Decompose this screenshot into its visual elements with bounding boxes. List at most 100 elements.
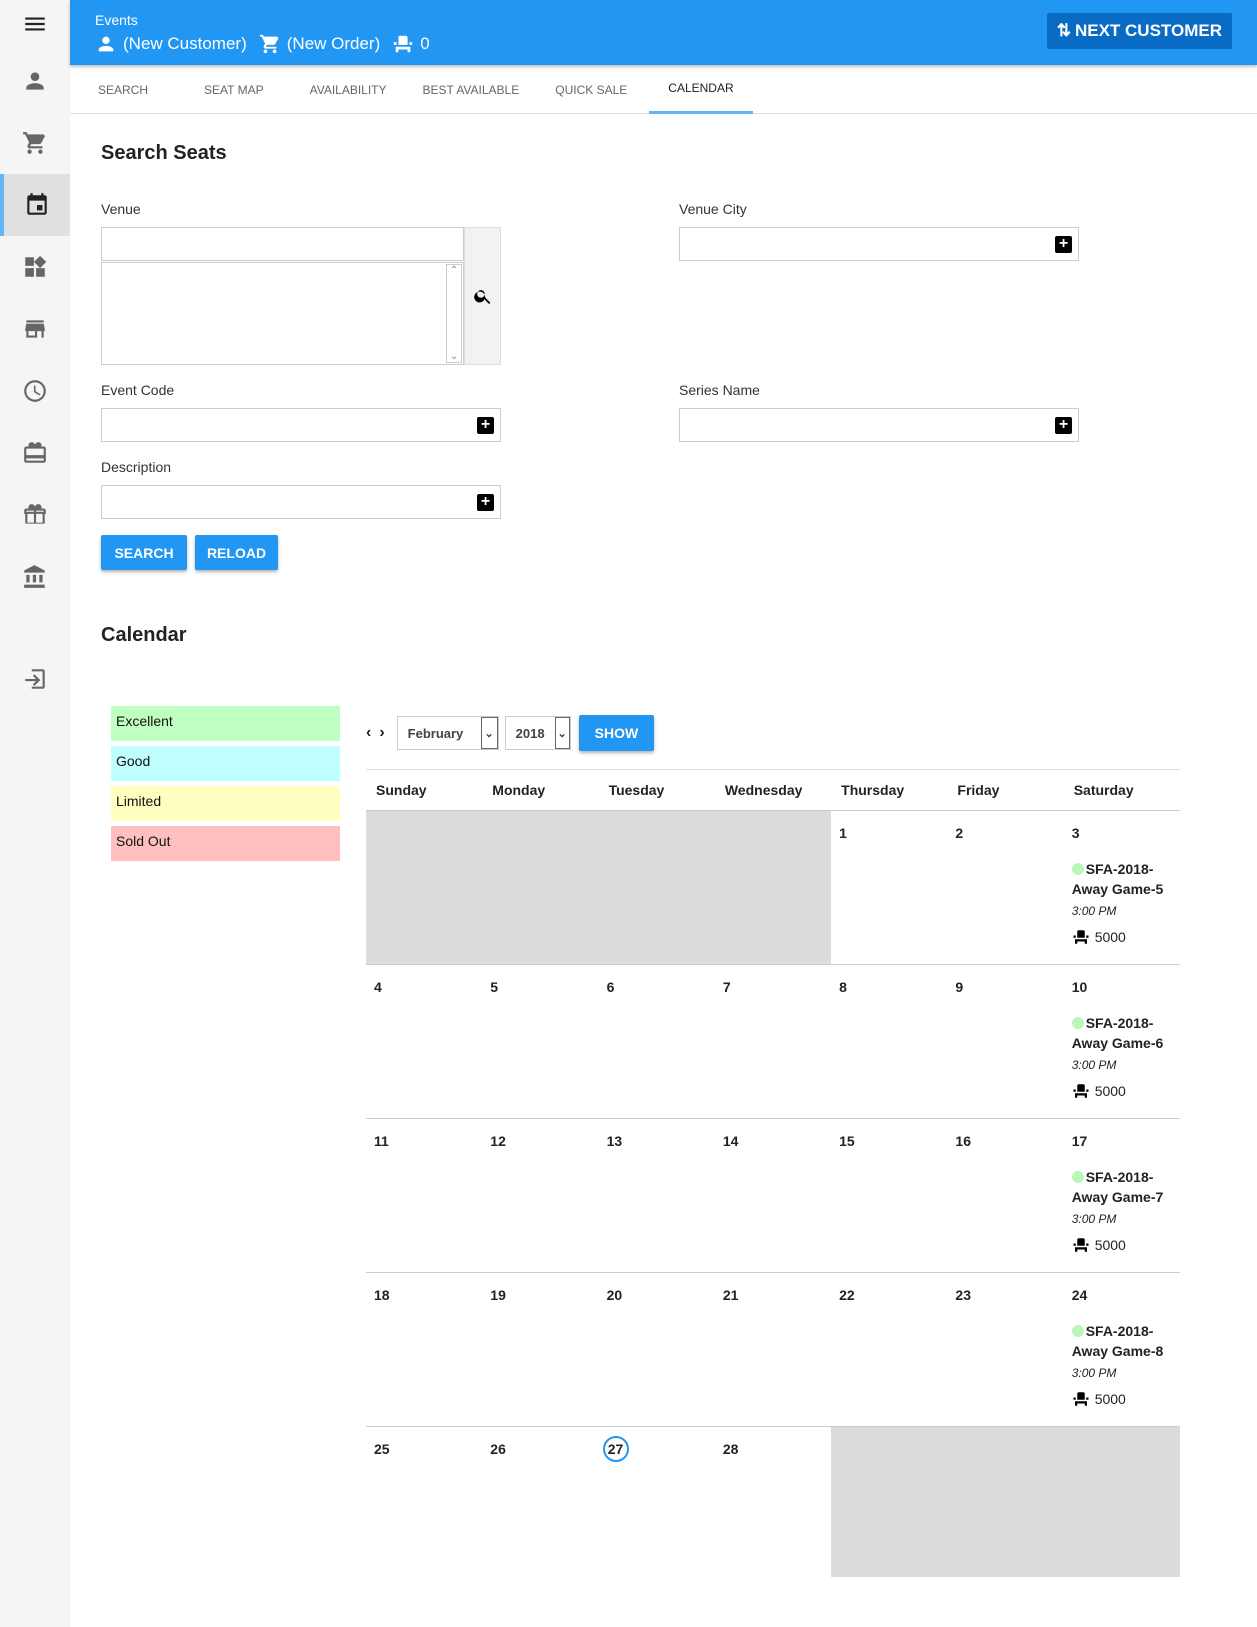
calendar-event[interactable]: SFA-2018-Away Game-6 3:00 PM 5000	[1071, 1013, 1172, 1101]
gift-icon[interactable]	[0, 484, 70, 546]
tab-search[interactable]: SEARCH	[70, 65, 176, 114]
tab-calendar[interactable]: CALENDAR	[649, 65, 753, 114]
cart-icon	[259, 34, 279, 54]
weekday-sunday: Sunday	[376, 782, 427, 798]
calendar-day: 28	[715, 1427, 831, 1577]
event-name[interactable]: SFA-2018-Away Game-5	[1072, 861, 1164, 897]
calendar-day: 2	[947, 811, 1063, 964]
day-number: 25	[374, 1441, 390, 1457]
year-select[interactable]: 2018 ⌄	[504, 716, 571, 750]
scrollbar[interactable]: ⌃ ⌄	[446, 264, 462, 363]
seat-count: 0	[420, 34, 430, 53]
calendar-empty-cell	[366, 811, 483, 964]
day-number: 13	[606, 1133, 623, 1149]
prev-month-icon[interactable]: ‹	[366, 724, 371, 742]
chevron-down-icon: ⌄	[480, 717, 498, 749]
calendar-event[interactable]: SFA-2018-Away Game-5 3:00 PM 5000	[1071, 859, 1172, 947]
calendar-week: 1 2 3 SFA-2018-Away Game-5 3:00 PM 5000	[366, 811, 1180, 965]
show-button[interactable]: SHOW	[578, 715, 655, 751]
event-time: 3:00 PM	[1071, 1058, 1117, 1072]
day-number: 22	[839, 1287, 855, 1303]
next-customer-button[interactable]: ⇅ NEXT CUSTOMER	[1046, 13, 1232, 49]
calendar-week: 4 5 6 7 8 9 10 SFA-2018-Away Game-6 3:00 PM 5000	[366, 965, 1180, 1119]
tab-availability[interactable]: AVAILABILITY	[292, 65, 405, 114]
menu-icon[interactable]	[0, 0, 70, 55]
calendar-empty-cell	[714, 811, 832, 964]
event-code-label: Event Code	[101, 382, 175, 398]
seat-icon	[1073, 1084, 1089, 1098]
search-button[interactable]: SEARCH	[101, 535, 187, 570]
status-dot	[1071, 1325, 1084, 1337]
day-number: 10	[1071, 979, 1088, 995]
legend-good: Good	[111, 746, 340, 781]
tab-best-available[interactable]: BEST AVAILABLE	[405, 65, 538, 114]
calendar-day: 19	[482, 1273, 598, 1426]
event-time: 3:00 PM	[1071, 1212, 1117, 1226]
add-icon[interactable]: +	[477, 417, 494, 434]
event-name[interactable]: SFA-2018-Away Game-7	[1072, 1169, 1164, 1205]
seat-icon	[394, 35, 413, 53]
ticket-icon[interactable]	[0, 422, 70, 484]
calendar-empty-cell	[1063, 1427, 1180, 1577]
event-seats: 5000	[1094, 1083, 1126, 1099]
today-day-number: 27	[602, 1436, 629, 1462]
customer-link[interactable]: (New Customer)	[123, 34, 247, 54]
cart-icon[interactable]	[0, 112, 70, 174]
next-month-icon[interactable]: ›	[379, 724, 384, 742]
seat-icon	[1073, 1392, 1089, 1406]
status-dot	[1071, 1017, 1084, 1029]
venue-list[interactable]: ⌃ ⌄	[101, 262, 464, 365]
bank-icon[interactable]	[0, 546, 70, 608]
calendar-week: 25 26 27 28	[366, 1427, 1180, 1577]
order-link[interactable]: (New Order)	[287, 34, 381, 54]
weekday-saturday: Saturday	[1073, 782, 1134, 798]
person-icon	[98, 36, 114, 52]
event-seats: 5000	[1094, 929, 1126, 945]
legend-limited: Limited	[111, 786, 340, 821]
venue-search-button[interactable]	[464, 227, 501, 365]
calendar-day: 21	[715, 1273, 831, 1426]
weekday-friday: Friday	[957, 782, 1000, 798]
swap-icon: ⇅	[1056, 21, 1071, 40]
calendar-event[interactable]: SFA-2018-Away Game-8 3:00 PM 5000	[1071, 1321, 1172, 1409]
store-icon[interactable]	[0, 298, 70, 360]
add-icon[interactable]: +	[1055, 236, 1072, 253]
event-name[interactable]: SFA-2018-Away Game-8	[1072, 1323, 1164, 1359]
person-icon[interactable]	[0, 50, 70, 112]
month-select[interactable]: February ⌄	[396, 716, 499, 750]
status-dot	[1071, 1171, 1084, 1183]
description-input[interactable]: +	[101, 485, 501, 519]
calendar-day: 11	[366, 1119, 482, 1272]
calendar-day: 23	[947, 1273, 1063, 1426]
logout-icon[interactable]	[0, 648, 70, 710]
venue-input[interactable]	[101, 227, 464, 261]
weekday-wednesday: Wednesday	[724, 782, 803, 798]
calendar-day: 12	[482, 1119, 598, 1272]
calendar-icon[interactable]	[0, 174, 70, 236]
day-number: 4	[374, 979, 382, 995]
add-icon[interactable]: +	[1055, 417, 1072, 434]
add-icon[interactable]: +	[477, 494, 494, 511]
tab-seat-map[interactable]: SEAT MAP	[176, 65, 292, 114]
day-number: 21	[722, 1287, 739, 1303]
search-seats-title: Search Seats	[101, 142, 227, 164]
day-number: 3	[1071, 825, 1080, 841]
tab-bar: SEARCH SEAT MAP AVAILABILITY BEST AVAILA…	[70, 65, 1257, 114]
venue-city-input[interactable]: +	[679, 227, 1079, 261]
event-name[interactable]: SFA-2018-Away Game-6	[1072, 1015, 1164, 1051]
reload-button[interactable]: RELOAD	[195, 535, 278, 570]
widgets-icon[interactable]	[0, 236, 70, 298]
tab-quick-sale[interactable]: QUICK SALE	[537, 65, 645, 114]
series-name-input[interactable]: +	[679, 408, 1079, 442]
calendar-event[interactable]: SFA-2018-Away Game-7 3:00 PM 5000	[1071, 1167, 1172, 1255]
day-number: 19	[490, 1287, 506, 1303]
day-number: 28	[722, 1441, 739, 1457]
day-number: 14	[722, 1133, 739, 1149]
day-number: 12	[490, 1133, 506, 1149]
calendar-day: 24 SFA-2018-Away Game-8 3:00 PM 5000	[1064, 1273, 1180, 1426]
calendar-day: 22	[831, 1273, 947, 1426]
calendar-day: 13	[599, 1119, 715, 1272]
event-code-input[interactable]: +	[101, 408, 501, 442]
clock-icon[interactable]	[0, 360, 70, 422]
seat-icon	[1073, 1238, 1089, 1252]
